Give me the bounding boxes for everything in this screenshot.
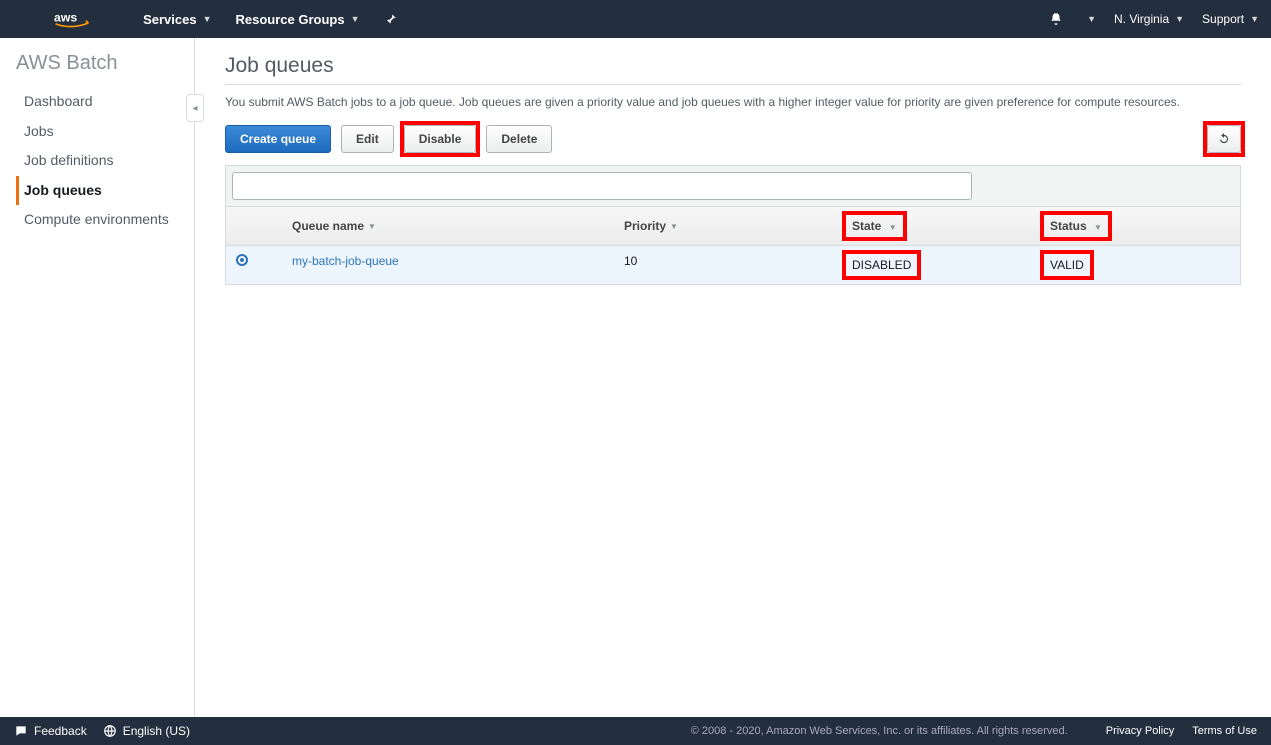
- delete-button[interactable]: Delete: [486, 125, 552, 153]
- services-label: Services: [143, 12, 197, 27]
- region-menu[interactable]: N. Virginia ▼: [1114, 12, 1184, 26]
- column-select: [226, 207, 282, 245]
- resource-groups-menu[interactable]: Resource Groups ▼: [236, 12, 360, 27]
- sort-icon: ▼: [1094, 223, 1102, 232]
- table-row[interactable]: my-batch-job-queue 10 DISABLED VALID: [226, 246, 1240, 284]
- button-label: Create queue: [240, 132, 316, 146]
- pin-icon[interactable]: [384, 12, 398, 26]
- divider: [225, 84, 1241, 85]
- cell-value: DISABLED: [852, 258, 911, 272]
- button-label: Disable: [419, 132, 462, 146]
- sidebar-item-job-definitions[interactable]: Job definitions: [16, 146, 194, 176]
- chevron-down-icon: ▼: [203, 14, 212, 24]
- sort-icon: ▼: [670, 222, 678, 231]
- global-nav: aws Services ▼ Resource Groups ▼ ▼ N. Virg…: [0, 0, 1271, 38]
- sidebar-item-dashboard[interactable]: Dashboard: [16, 87, 194, 117]
- content-area: Job queues You submit AWS Batch jobs to …: [195, 38, 1271, 717]
- cell-queue-name: my-batch-job-queue: [282, 246, 614, 284]
- copyright-text: © 2008 - 2020, Amazon Web Services, Inc.…: [691, 725, 1068, 737]
- sidebar-item-label: Dashboard: [24, 93, 93, 109]
- sidebar-item-label: Compute environments: [24, 211, 169, 227]
- chevron-down-icon: ▼: [351, 14, 360, 24]
- column-status[interactable]: Status ▼: [1034, 207, 1240, 245]
- language-label: English (US): [123, 724, 190, 738]
- language-selector[interactable]: English (US): [103, 724, 190, 738]
- sidebar-item-label: Jobs: [24, 123, 54, 139]
- filter-input[interactable]: [232, 172, 972, 200]
- highlight-status-header: Status ▼: [1040, 211, 1112, 241]
- page-title: Job queues: [225, 54, 1241, 78]
- column-state[interactable]: State ▼: [836, 207, 1034, 245]
- highlight-state-cell: DISABLED: [842, 250, 921, 280]
- account-menu[interactable]: ▼: [1081, 14, 1096, 24]
- highlight-status-cell: VALID: [1040, 250, 1094, 280]
- sidebar-item-label: Job definitions: [24, 152, 114, 168]
- sort-icon: ▼: [368, 222, 376, 231]
- cell-status: VALID: [1034, 246, 1240, 284]
- toolbar: Create queue Edit Disable Delete: [225, 125, 1241, 153]
- feedback-label: Feedback: [34, 724, 87, 738]
- aws-logo[interactable]: aws: [54, 10, 103, 28]
- queue-name-link[interactable]: my-batch-job-queue: [292, 254, 399, 268]
- svg-text:aws: aws: [54, 10, 77, 24]
- support-label: Support: [1202, 12, 1244, 26]
- chevron-down-icon: ▼: [1087, 14, 1096, 24]
- column-label: Priority: [624, 219, 666, 233]
- highlight-refresh: [1207, 134, 1241, 149]
- feedback-link[interactable]: Feedback: [14, 724, 87, 738]
- chevron-down-icon: ▼: [1250, 14, 1259, 24]
- sort-icon: ▼: [889, 223, 897, 232]
- refresh-icon: [1217, 132, 1231, 146]
- disable-button[interactable]: Disable: [404, 125, 477, 153]
- chevron-down-icon: ▼: [1175, 14, 1184, 24]
- services-menu[interactable]: Services ▼: [143, 12, 211, 27]
- privacy-link[interactable]: Privacy Policy: [1106, 725, 1174, 737]
- cell-value: 10: [624, 254, 637, 268]
- page-description: You submit AWS Batch jobs to a job queue…: [225, 93, 1185, 111]
- create-queue-button[interactable]: Create queue: [225, 125, 331, 153]
- sidebar-item-job-queues[interactable]: Job queues: [16, 176, 194, 206]
- sidebar-item-label: Job queues: [24, 182, 102, 198]
- highlight-state-header: State ▼: [842, 211, 907, 241]
- resource-groups-label: Resource Groups: [236, 12, 345, 27]
- refresh-button[interactable]: [1207, 125, 1241, 153]
- table-header: Queue name ▼ Priority ▼ State ▼ Status ▼: [226, 207, 1240, 246]
- sidebar-collapse-handle[interactable]: ◂: [186, 94, 204, 122]
- cell-priority: 10: [614, 246, 836, 284]
- column-label: Queue name: [292, 219, 364, 233]
- filter-row: [226, 166, 1240, 207]
- edit-button[interactable]: Edit: [341, 125, 394, 153]
- global-footer: Feedback English (US) © 2008 - 2020, Ama…: [0, 717, 1271, 745]
- globe-icon: [103, 724, 117, 738]
- notifications-icon[interactable]: [1049, 12, 1063, 26]
- sidebar-item-jobs[interactable]: Jobs: [16, 117, 194, 147]
- job-queues-table: Queue name ▼ Priority ▼ State ▼ Status ▼ m…: [225, 165, 1241, 285]
- column-label: Status: [1050, 219, 1087, 233]
- button-label: Edit: [356, 132, 379, 146]
- column-queue-name[interactable]: Queue name ▼: [282, 207, 614, 245]
- terms-link[interactable]: Terms of Use: [1192, 725, 1257, 737]
- region-label: N. Virginia: [1114, 12, 1169, 26]
- column-priority[interactable]: Priority ▼: [614, 207, 836, 245]
- cell-state: DISABLED: [836, 246, 1034, 284]
- support-menu[interactable]: Support ▼: [1202, 12, 1259, 26]
- highlight-disable: Disable: [404, 125, 477, 153]
- button-label: Delete: [501, 132, 537, 146]
- service-title: AWS Batch: [16, 52, 194, 75]
- cell-value: VALID: [1050, 258, 1084, 272]
- row-select[interactable]: [226, 246, 282, 284]
- sidebar-item-compute-environments[interactable]: Compute environments: [16, 205, 194, 235]
- speech-bubble-icon: [14, 724, 28, 738]
- radio-selected-icon: [236, 254, 248, 266]
- sidebar: AWS Batch Dashboard Jobs Job definitions…: [0, 38, 195, 717]
- column-label: State: [852, 219, 881, 233]
